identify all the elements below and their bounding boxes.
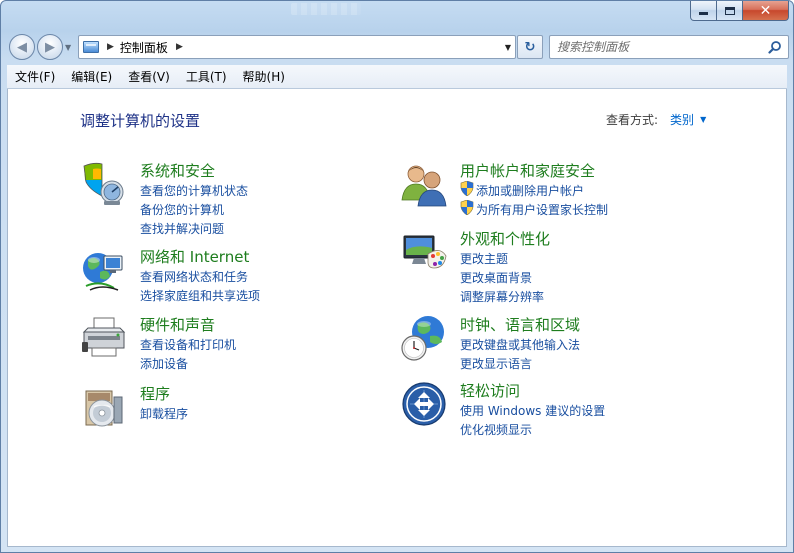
forward-button[interactable]: ▶ xyxy=(37,34,63,60)
category-title[interactable]: 程序 xyxy=(140,383,170,404)
link-view-computer-status[interactable]: 查看您的计算机状态 xyxy=(140,182,248,199)
refresh-icon: ↻ xyxy=(524,39,536,55)
control-panel-icon xyxy=(83,41,99,53)
category-title[interactable]: 用户帐户和家庭安全 xyxy=(460,160,595,181)
uac-shield-icon xyxy=(460,200,474,215)
menu-help[interactable]: 帮助(H) xyxy=(235,68,293,85)
link-add-remove-accounts[interactable]: 添加或删除用户帐户 xyxy=(476,182,584,199)
link-screen-resolution[interactable]: 调整屏幕分辨率 xyxy=(460,288,544,305)
category-network: 网络和 Internet 查看网络状态和任务 选择家庭组和共享选项 xyxy=(80,246,380,306)
category-hardware-sound: 硬件和声音 查看设备和打印机 添加设备 xyxy=(80,314,380,374)
navigation-bar: ◀ ▶ ▼ ▶ 控制面板 ▶ ▼ ↻ xyxy=(1,31,793,63)
printer-icon[interactable] xyxy=(80,314,128,362)
category-ease-of-access: 轻松访问 使用 Windows 建议的设置 优化视频显示 xyxy=(400,380,730,440)
caption-buttons: ✕ xyxy=(690,1,789,21)
maximize-button[interactable] xyxy=(717,1,743,21)
back-button[interactable]: ◀ xyxy=(9,34,35,60)
search-input[interactable] xyxy=(557,40,757,54)
category-programs: 程序 卸载程序 xyxy=(80,383,380,433)
address-bar[interactable]: ▶ 控制面板 ▶ ▼ xyxy=(78,35,516,59)
menu-edit[interactable]: 编辑(E) xyxy=(63,68,120,85)
menu-tools[interactable]: 工具(T) xyxy=(178,68,235,85)
category-title[interactable]: 时钟、语言和区域 xyxy=(460,314,580,335)
category-title[interactable]: 硬件和声音 xyxy=(140,314,215,335)
category-title[interactable]: 轻松访问 xyxy=(460,380,520,401)
menu-view[interactable]: 查看(V) xyxy=(120,68,178,85)
link-change-display-language[interactable]: 更改显示语言 xyxy=(460,355,532,372)
breadcrumb-separator-icon[interactable]: ▶ xyxy=(107,42,114,52)
title-bar[interactable]: ✕ xyxy=(1,1,793,31)
ease-of-access-icon[interactable] xyxy=(400,380,448,428)
users-icon[interactable] xyxy=(400,160,448,208)
close-button[interactable]: ✕ xyxy=(743,1,789,21)
link-windows-recommended-settings[interactable]: 使用 Windows 建议的设置 xyxy=(460,402,605,419)
minimize-icon xyxy=(699,12,708,15)
content-area: 调整计算机的设置 查看方式: 类别 ▼ 系统和安全 查看您的计算机状态 备份您的… xyxy=(7,89,787,547)
minimize-button[interactable] xyxy=(690,1,717,21)
link-optimize-visual-display[interactable]: 优化视频显示 xyxy=(460,421,532,438)
menu-file[interactable]: 文件(F) xyxy=(7,68,63,85)
close-icon: ✕ xyxy=(759,2,772,19)
link-add-device[interactable]: 添加设备 xyxy=(140,355,188,372)
clock-globe-icon[interactable] xyxy=(400,314,448,362)
back-arrow-icon: ◀ xyxy=(17,39,27,55)
link-parental-controls[interactable]: 为所有用户设置家长控制 xyxy=(476,201,608,218)
link-backup-computer[interactable]: 备份您的计算机 xyxy=(140,201,224,218)
network-globe-icon[interactable] xyxy=(80,246,128,294)
link-uninstall-program[interactable]: 卸载程序 xyxy=(140,405,188,422)
view-by-chevron-icon[interactable]: ▼ xyxy=(700,115,706,124)
category-clock-region: 时钟、语言和区域 更改键盘或其他输入法 更改显示语言 xyxy=(400,314,730,374)
forward-arrow-icon: ▶ xyxy=(45,39,55,55)
menu-bar: 文件(F) 编辑(E) 查看(V) 工具(T) 帮助(H) xyxy=(7,65,787,89)
link-view-network-status[interactable]: 查看网络状态和任务 xyxy=(140,268,248,285)
programs-disc-icon[interactable] xyxy=(80,383,128,431)
category-system-security: 系统和安全 查看您的计算机状态 备份您的计算机 查找并解决问题 xyxy=(80,160,380,240)
maximize-icon xyxy=(724,6,735,15)
category-appearance: 外观和个性化 更改主题 更改桌面背景 调整屏幕分辨率 xyxy=(400,228,730,308)
category-title[interactable]: 外观和个性化 xyxy=(460,228,550,249)
link-change-theme[interactable]: 更改主题 xyxy=(460,250,508,267)
control-panel-window: ✕ ◀ ▶ ▼ ▶ 控制面板 ▶ ▼ ↻ 搜索控制面板 文件(F) 编辑(E) … xyxy=(0,0,794,553)
view-by-dropdown[interactable]: 类别 xyxy=(670,111,694,128)
link-change-background[interactable]: 更改桌面背景 xyxy=(460,269,532,286)
link-devices-printers[interactable]: 查看设备和打印机 xyxy=(140,336,236,353)
page-title: 调整计算机的设置 xyxy=(80,112,201,130)
category-title[interactable]: 网络和 Internet xyxy=(140,246,249,267)
search-icon[interactable] xyxy=(768,40,782,54)
chevron-down-icon: ▼ xyxy=(65,42,72,52)
category-user-accounts: 用户帐户和家庭安全 添加或删除用户帐户 为所有用户设置家长控制 xyxy=(400,160,730,220)
monitor-palette-icon[interactable] xyxy=(400,228,448,276)
link-homegroup-sharing[interactable]: 选择家庭组和共享选项 xyxy=(140,287,260,304)
uac-shield-icon xyxy=(460,181,474,196)
view-by-label: 查看方式: xyxy=(606,113,659,127)
shield-icon[interactable] xyxy=(80,160,128,208)
category-title[interactable]: 系统和安全 xyxy=(140,160,215,181)
link-troubleshoot[interactable]: 查找并解决问题 xyxy=(140,220,224,237)
address-dropdown-icon[interactable]: ▼ xyxy=(505,43,511,52)
link-change-input-method[interactable]: 更改键盘或其他输入法 xyxy=(460,336,580,353)
refresh-button[interactable]: ↻ xyxy=(517,35,543,59)
breadcrumb-control-panel[interactable]: 控制面板 xyxy=(120,39,168,56)
view-by: 查看方式: 类别 ▼ xyxy=(606,111,706,128)
search-box[interactable] xyxy=(549,35,789,59)
recent-pages-button[interactable]: ▼ xyxy=(65,40,75,54)
breadcrumb-trailing-arrow-icon[interactable]: ▶ xyxy=(176,42,183,52)
title-bar-ghost-text xyxy=(291,3,361,15)
